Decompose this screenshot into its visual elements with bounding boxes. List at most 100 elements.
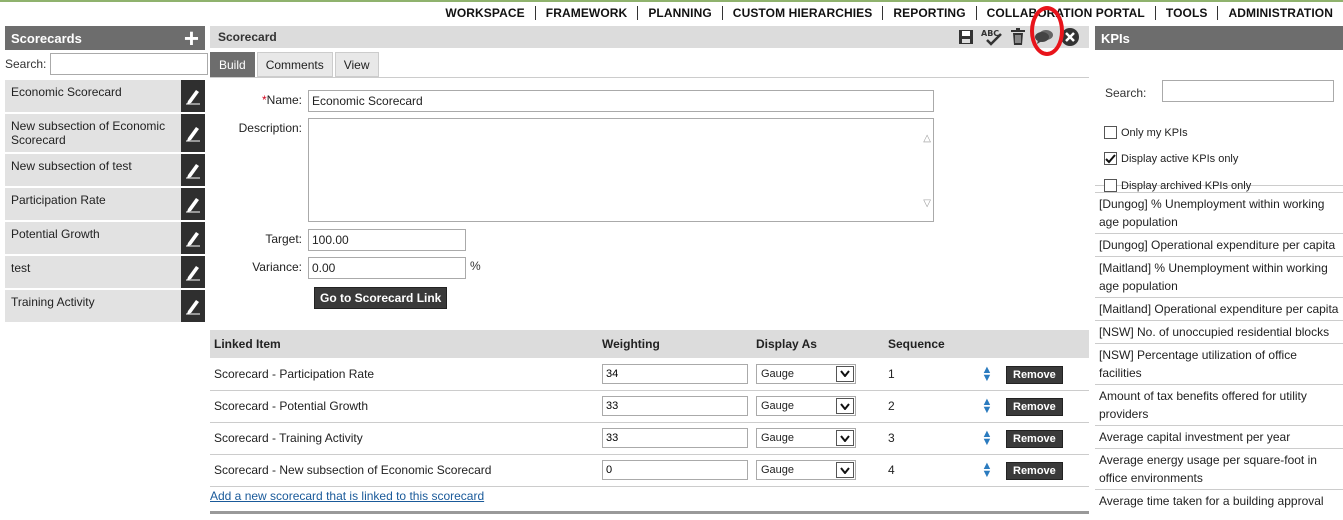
list-item[interactable]: Participation Rate	[5, 188, 205, 222]
list-item[interactable]: Economic Scorecard	[5, 80, 205, 114]
reorder-arrows: ▲ ▼	[976, 364, 998, 383]
pencil-icon[interactable]	[181, 114, 205, 152]
tab-view[interactable]: View	[334, 52, 379, 77]
move-down-icon[interactable]: ▼	[982, 372, 993, 383]
scorecard-item-label[interactable]: Training Activity	[5, 290, 181, 322]
list-item[interactable]: [Dungog] Operational expenditure per cap…	[1095, 233, 1343, 256]
scroll-down-icon[interactable]: ▽	[923, 198, 931, 209]
highlight-circle	[1030, 6, 1064, 56]
active-kpis-option[interactable]: Display active KPIs only	[1104, 152, 1238, 165]
kpis-panel: KPIs Search: Only my KPIs Display active…	[1095, 26, 1343, 508]
move-down-icon[interactable]: ▼	[982, 469, 993, 480]
variance-label: Variance:	[252, 260, 302, 274]
kpis-title: KPIs	[1101, 30, 1130, 46]
only-my-kpis-option[interactable]: Only my KPIs	[1104, 126, 1188, 139]
pencil-icon[interactable]	[181, 256, 205, 288]
active-kpis-label: Display active KPIs only	[1121, 152, 1239, 165]
name-row: *Name:	[210, 90, 934, 112]
nav-planning[interactable]: PLANNING	[637, 6, 721, 20]
scorecard-item-label[interactable]: New subsection of test	[5, 154, 181, 186]
remove-button[interactable]: Remove	[1006, 430, 1063, 448]
nav-framework[interactable]: FRAMEWORK	[534, 6, 638, 20]
sequence-cell: 1	[884, 358, 972, 391]
add-linked-scorecard-link[interactable]: Add a new scorecard that is linked to th…	[210, 489, 484, 503]
nav-custom-hierarchies[interactable]: CUSTOM HIERARCHIES	[721, 6, 883, 20]
spellcheck-icon[interactable]: ABC	[981, 26, 1003, 48]
chevron-down-icon[interactable]	[836, 398, 854, 414]
description-field[interactable]: △ ▽	[308, 118, 934, 222]
kpi-search-input[interactable]	[1162, 80, 1334, 102]
scorecard-editor: Scorecard ABC Build Comments View *Name:…	[210, 6, 1089, 514]
display-as-select[interactable]: Gauge	[756, 363, 856, 384]
list-item[interactable]: New subsection of test	[5, 154, 205, 188]
list-item[interactable]: Potential Growth	[5, 222, 205, 256]
order-cell: ▲ ▼	[972, 390, 1002, 423]
chevron-down-icon[interactable]	[836, 365, 854, 382]
chevron-down-icon[interactable]	[836, 430, 854, 446]
pencil-icon[interactable]	[181, 188, 205, 220]
list-item[interactable]: [NSW] No. of unoccupied residential bloc…	[1095, 320, 1343, 343]
pencil-icon[interactable]	[181, 154, 205, 186]
tab-build[interactable]: Build	[210, 52, 255, 77]
add-scorecard-icon[interactable]: +	[184, 25, 199, 51]
weighting-cell	[598, 422, 752, 455]
active-kpis-checkbox[interactable]	[1104, 152, 1117, 165]
scorecard-item-label[interactable]: Economic Scorecard	[5, 80, 181, 112]
weighting-input[interactable]	[602, 460, 748, 480]
scorecard-search-input[interactable]	[50, 53, 209, 75]
list-item[interactable]: [Maitland] Operational expenditure per c…	[1095, 297, 1343, 320]
remove-button[interactable]: Remove	[1006, 365, 1063, 384]
scorecard-item-label[interactable]: New subsection of Economic Scorecard	[5, 114, 181, 152]
reorder-arrows: ▲ ▼	[976, 461, 998, 480]
move-down-icon[interactable]: ▼	[982, 405, 993, 416]
variance-field[interactable]	[308, 257, 466, 279]
nav-reporting[interactable]: REPORTING	[882, 6, 975, 20]
chevron-down-icon[interactable]	[836, 462, 854, 478]
weighting-cell	[598, 358, 752, 391]
table-header-row: Linked Item Weighting Display As Sequenc…	[210, 330, 1089, 358]
pencil-icon[interactable]	[181, 290, 205, 322]
list-item[interactable]: Amount of tax benefits offered for utili…	[1095, 384, 1343, 425]
goto-scorecard-link-button[interactable]: Go to Scorecard Link	[314, 287, 448, 309]
weighting-cell	[598, 454, 752, 487]
scorecard-item-label[interactable]: test	[5, 256, 181, 288]
nav-workspace[interactable]: WORKSPACE	[435, 6, 534, 20]
move-down-icon[interactable]: ▼	[982, 437, 993, 448]
list-item[interactable]: [NSW] Percentage utilization of office f…	[1095, 343, 1343, 384]
nav-tools[interactable]: TOOLS	[1154, 6, 1218, 20]
trash-icon[interactable]	[1007, 26, 1029, 48]
archived-kpis-checkbox[interactable]	[1104, 179, 1117, 192]
name-field[interactable]	[308, 90, 934, 112]
display-as-select[interactable]: Gauge	[756, 428, 856, 448]
target-field[interactable]	[308, 229, 466, 251]
list-item[interactable]: test	[5, 256, 205, 290]
scorecard-item-label[interactable]: Potential Growth	[5, 222, 181, 254]
list-item[interactable]: Average capital investment per year	[1095, 425, 1343, 448]
variance-row: Variance: %	[210, 257, 481, 279]
weighting-input[interactable]	[602, 363, 748, 384]
nav-collaboration-portal[interactable]: COLLABORATION PORTAL	[975, 6, 1155, 20]
list-item[interactable]: New subsection of Economic Scorecard	[5, 114, 205, 154]
scorecard-item-label[interactable]: Participation Rate	[5, 188, 181, 220]
scroll-up-icon[interactable]: △	[923, 133, 931, 144]
list-item[interactable]: [Dungog] % Unemployment within working a…	[1095, 192, 1343, 233]
list-item[interactable]: Average time taken for a building approv…	[1095, 489, 1343, 512]
tab-comments[interactable]: Comments	[256, 52, 333, 77]
list-item[interactable]: [Maitland] % Unemployment within working…	[1095, 256, 1343, 297]
weighting-input[interactable]	[602, 428, 748, 448]
weighting-input[interactable]	[602, 396, 748, 416]
scorecard-list: Economic Scorecard New subsection of Eco…	[5, 80, 205, 324]
remove-button[interactable]: Remove	[1006, 462, 1063, 480]
display-as-select[interactable]: Gauge	[756, 460, 856, 480]
pencil-icon[interactable]	[181, 222, 205, 254]
archived-kpis-option[interactable]: Display archived KPIs only	[1104, 179, 1251, 192]
list-item[interactable]: Average energy usage per square-foot in …	[1095, 448, 1343, 489]
pencil-icon[interactable]	[181, 80, 205, 112]
only-my-kpis-checkbox[interactable]	[1104, 126, 1117, 139]
display-as-select[interactable]: Gauge	[756, 396, 856, 416]
list-item[interactable]: Training Activity	[5, 290, 205, 324]
remove-button[interactable]: Remove	[1006, 398, 1063, 416]
save-icon[interactable]	[955, 26, 977, 48]
linked-item-name: Scorecard - Training Activity	[210, 422, 598, 455]
nav-administration[interactable]: ADMINISTRATION	[1217, 6, 1343, 20]
